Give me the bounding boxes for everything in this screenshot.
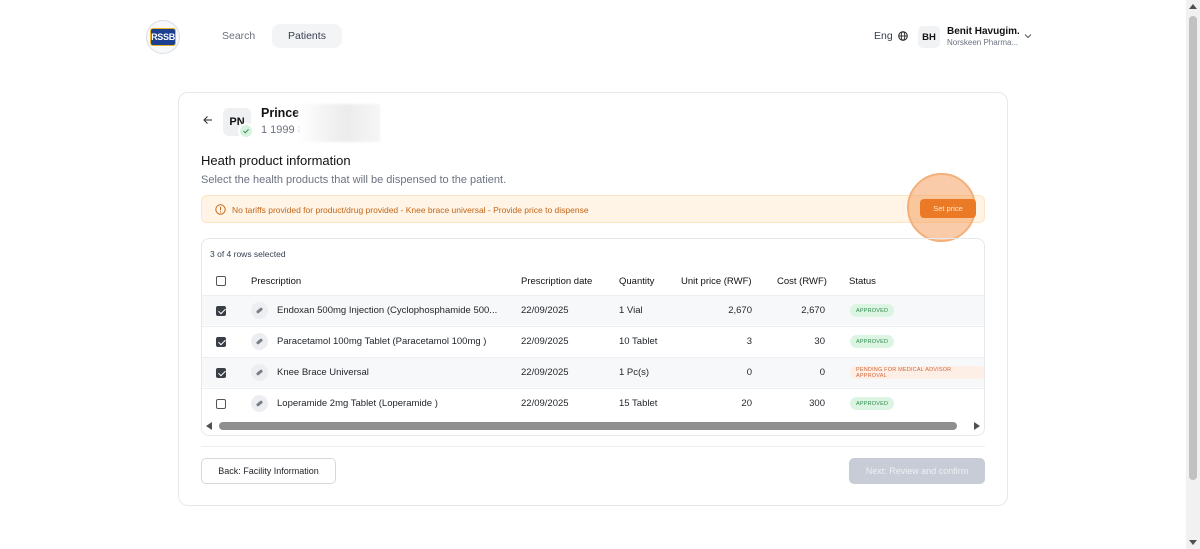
- prescription-name: Endoxan 500mg Injection (Cyclophosphamid…: [277, 305, 497, 316]
- table-horizontal-scrollbar[interactable]: [202, 419, 984, 433]
- unit-price: 2,670: [728, 305, 752, 316]
- status-badge: APPROVED: [850, 335, 895, 348]
- prescription-date: 22/09/2025: [521, 367, 569, 378]
- table-row[interactable]: Endoxan 500mg Injection (Cyclophosphamid…: [202, 295, 984, 325]
- unit-price: 3: [746, 336, 752, 347]
- column-header-cost: Cost (RWF): [777, 276, 827, 287]
- back-facility-button[interactable]: Back: Facility Information: [201, 458, 336, 484]
- column-header-quantity: Quantity: [619, 276, 655, 287]
- row-checkbox[interactable]: [216, 399, 226, 409]
- set-price-button[interactable]: Set price: [920, 199, 976, 218]
- tab-patients[interactable]: Patients: [272, 24, 342, 48]
- section-title: Heath product information: [201, 153, 351, 168]
- top-nav: RSSB Search Patients Eng BH Benit Havugi…: [0, 0, 1186, 72]
- page-scrollbar-thumb[interactable]: [1189, 16, 1197, 480]
- footer-divider: [201, 446, 985, 447]
- pill-icon: [251, 302, 268, 319]
- patient-name: Prince: [261, 106, 300, 120]
- pill-icon: [251, 395, 268, 412]
- table-scrollbar-thumb[interactable]: [219, 422, 957, 430]
- quantity: 1 Pc(s): [619, 367, 650, 378]
- prescription-date: 22/09/2025: [521, 398, 569, 409]
- cost: 300: [809, 398, 825, 409]
- alert-message: No tariffs provided for product/drug pro…: [232, 205, 589, 215]
- user-avatar[interactable]: BH: [918, 26, 940, 48]
- status-badge: APPROVED: [850, 397, 895, 410]
- quantity: 15 Tablet: [619, 398, 658, 409]
- select-all-checkbox[interactable]: [216, 276, 226, 286]
- verified-check-icon: [238, 123, 254, 139]
- cost: 2,670: [801, 305, 825, 316]
- table-row[interactable]: Loperamide 2mg Tablet (Loperamide ) 22/0…: [202, 388, 984, 418]
- column-header-status: Status: [849, 276, 876, 287]
- row-checkbox[interactable]: [216, 368, 226, 378]
- unit-price: 20: [741, 398, 752, 409]
- scroll-up-arrow-icon[interactable]: [1189, 4, 1197, 9]
- prescription-name: Loperamide 2mg Tablet (Loperamide ): [277, 398, 438, 409]
- status-badge: PENDING FOR MEDICAL ADVISOR APPROVAL: [850, 366, 984, 379]
- scroll-left-arrow-icon[interactable]: [206, 422, 212, 430]
- column-header-date: Prescription date: [521, 276, 593, 287]
- prescription-table: 3 of 4 rows selected Prescription Prescr…: [201, 238, 985, 436]
- quantity: 10 Tablet: [619, 336, 658, 347]
- scroll-right-arrow-icon[interactable]: [974, 422, 980, 430]
- next-review-button[interactable]: Next: Review and confirm: [849, 458, 985, 484]
- status-badge: APPROVED: [850, 304, 895, 317]
- chevron-down-icon[interactable]: [1024, 32, 1032, 40]
- table-row[interactable]: Paracetamol 100mg Tablet (Paracetamol 10…: [202, 326, 984, 356]
- user-name: Benit Havugim...: [947, 26, 1019, 37]
- column-header-prescription: Prescription: [251, 276, 302, 287]
- prescription-name: Paracetamol 100mg Tablet (Paracetamol 10…: [277, 336, 487, 347]
- row-checkbox[interactable]: [216, 306, 226, 316]
- prescription-date: 22/09/2025: [521, 305, 569, 316]
- language-selector[interactable]: Eng: [874, 30, 908, 42]
- unit-price: 0: [746, 367, 752, 378]
- pill-icon: [251, 333, 268, 350]
- column-header-unit-price: Unit price (RWF): [681, 276, 752, 287]
- user-organization: Norskeen Pharma...: [947, 38, 1019, 47]
- quantity: 1 Vial: [619, 305, 643, 316]
- back-arrow-icon[interactable]: [202, 114, 214, 126]
- redacted-area: [298, 104, 380, 142]
- tariff-warning-alert: No tariffs provided for product/drug pro…: [201, 195, 985, 223]
- cost: 30: [814, 336, 825, 347]
- scroll-down-arrow-icon[interactable]: [1189, 540, 1197, 545]
- section-subtitle: Select the health products that will be …: [201, 174, 507, 186]
- tab-search[interactable]: Search: [206, 24, 271, 48]
- cost: 0: [819, 367, 825, 378]
- warning-circle-icon: [215, 204, 226, 215]
- rssb-logo[interactable]: RSSB: [146, 20, 180, 54]
- prescription-date: 22/09/2025: [521, 336, 569, 347]
- pill-icon: [251, 364, 268, 381]
- table-row[interactable]: Knee Brace Universal 22/09/2025 1 Pc(s) …: [202, 357, 984, 387]
- prescription-name: Knee Brace Universal: [277, 367, 369, 378]
- logo-text: RSSB: [150, 28, 176, 46]
- page-scrollbar[interactable]: [1186, 0, 1200, 549]
- language-label: Eng: [874, 30, 893, 42]
- globe-icon: [897, 31, 908, 41]
- row-checkbox[interactable]: [216, 337, 226, 347]
- rows-selected-count: 3 of 4 rows selected: [210, 249, 286, 259]
